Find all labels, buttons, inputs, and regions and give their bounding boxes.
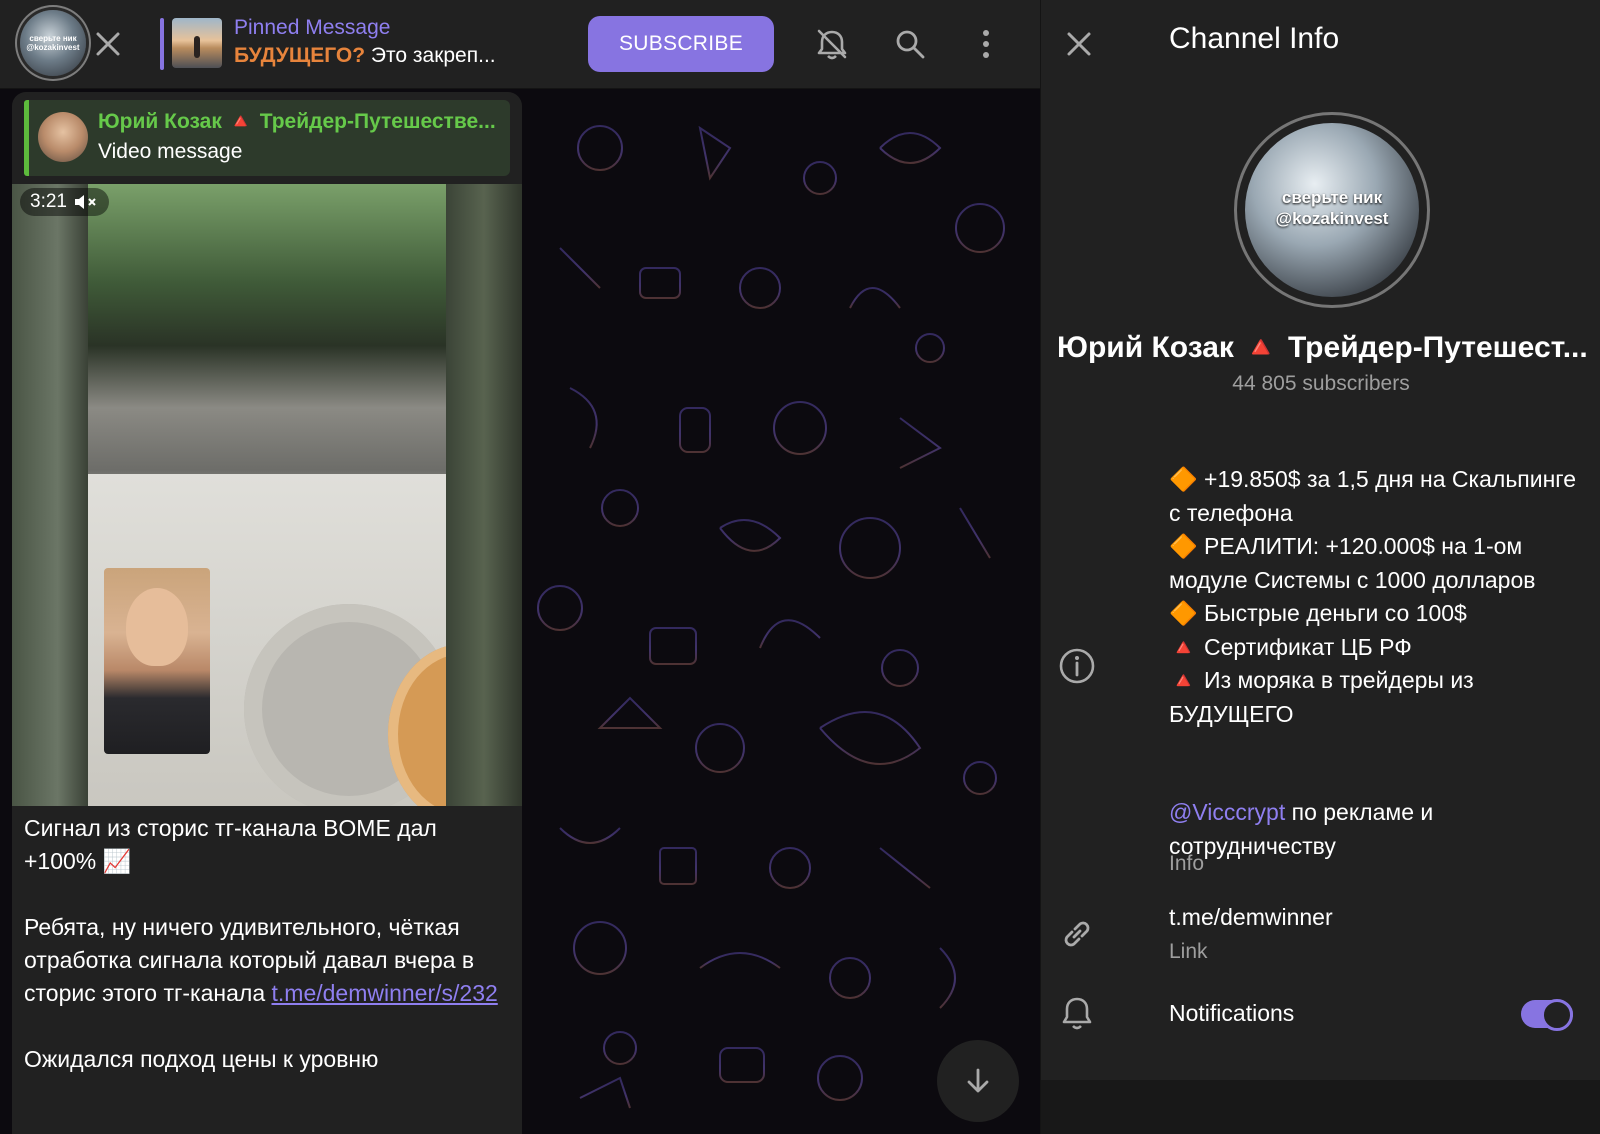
close-icon — [96, 32, 120, 56]
channel-avatar[interactable]: сверьте ник @kozakinvest — [20, 10, 86, 76]
close-info-button[interactable] — [1055, 20, 1103, 68]
pinned-thumbnail[interactable] — [172, 18, 222, 68]
link-icon — [1064, 921, 1090, 947]
description-text: Сертификат ЦБ РФ — [1204, 633, 1412, 660]
description-line: 🔶 +19.850$ за 1,5 дня на Скальпинге с те… — [1169, 463, 1579, 530]
description-text: Быстрые деньги со 100$ — [1204, 600, 1467, 626]
message-text: Сигнал из сторис тг-канала BOME дал +100… — [24, 812, 510, 1109]
orange-diamond-icon: 🔶 — [1169, 466, 1198, 492]
search-icon — [896, 30, 925, 59]
more-vertical-icon — [983, 30, 989, 58]
link-row-icon — [1055, 912, 1099, 956]
description-line: 🔺 Сертификат ЦБ РФ — [1169, 631, 1579, 665]
description-line: 🔶 Быстрые деньги со 100$ — [1169, 597, 1579, 631]
video-duration: 3:21 — [30, 191, 67, 212]
video-message[interactable] — [12, 184, 522, 806]
panel-title: Channel Info — [1169, 22, 1340, 55]
muted-speaker-icon — [74, 195, 96, 209]
link-label: Link — [1169, 940, 1208, 963]
pinned-message-title[interactable]: Pinned Message — [234, 16, 390, 40]
description-text: Из моряка в трейдеры из БУДУЩЕГО — [1169, 667, 1474, 727]
chat-header: сверьте ник @kozakinvest Pinned Message … — [0, 0, 1040, 89]
scroll-down-button[interactable] — [937, 1040, 1019, 1122]
contact-handle-link[interactable]: @Vicccrypt — [1169, 799, 1285, 825]
info-label: Info — [1169, 852, 1205, 875]
reply-accent-bar — [24, 100, 29, 176]
video-duration-badge[interactable]: 3:21 — [20, 188, 109, 216]
reply-avatar — [38, 112, 88, 162]
orange-diamond-icon: 🔶 — [1169, 600, 1198, 626]
description-text: +19.850$ за 1,5 дня на Скальпинге с теле… — [1169, 466, 1576, 526]
description-line: 🔶 РЕАЛИТИ: +120.000$ на 1-ом модуле Сист… — [1169, 530, 1579, 597]
bell-off-icon — [817, 29, 847, 60]
notifications-toggle[interactable] — [1521, 999, 1573, 1031]
red-triangle-icon: 🔺 — [1242, 331, 1280, 364]
orange-diamond-icon: 🔶 — [1169, 533, 1198, 559]
pinned-message-text[interactable]: БУДУЩЕГО? Это закреп... — [234, 44, 496, 68]
message-bubble[interactable]: Юрий Козак 🔺 Трейдер-Путешестве... Video… — [12, 92, 522, 1134]
description-line: 🔺 Из моряка в трейдеры из БУДУЩЕГО — [1169, 664, 1579, 731]
info-icon — [1059, 648, 1095, 684]
message-paragraph: Ожидался подход цены к уровню — [24, 1046, 379, 1072]
reply-preview[interactable]: Юрий Козак 🔺 Трейдер-Путешестве... Video… — [24, 100, 510, 176]
channel-info-panel: Channel Info сверьте ник @kozakinvest Юр… — [1040, 0, 1600, 1134]
pinned-styled-word: БУДУЩЕГО? — [234, 44, 366, 67]
notifications-row-icon — [1055, 992, 1099, 1036]
more-menu-button[interactable] — [962, 20, 1010, 68]
channel-name: Юрий Козак 🔺 Трейдер-Путешест... — [1057, 330, 1597, 365]
description-contact: @Vicccrypt по рекламе и сотрудничеству — [1169, 796, 1579, 863]
channel-description: 🔶 +19.850$ за 1,5 дня на Скальпинге с те… — [1169, 463, 1579, 731]
red-triangle-icon: 🔺 — [1169, 667, 1198, 693]
message-link[interactable]: t.me/demwinner/s/232 — [272, 980, 498, 1006]
reply-author: Юрий Козак 🔺 Трейдер-Путешестве... — [98, 110, 496, 134]
description-text: РЕАЛИТИ: +120.000$ на 1-ом модуле Систем… — [1169, 533, 1536, 593]
message-paragraph: Ребята, ну ничего удивительного, чёткая … — [24, 911, 510, 1010]
video-blur-right — [446, 184, 522, 806]
notifications-label: Notifications — [1169, 1000, 1295, 1026]
red-triangle-icon: 🔺 — [227, 110, 254, 133]
pinned-preview: Это закреп... — [370, 44, 496, 67]
toggle-knob — [1541, 999, 1573, 1031]
channel-link[interactable]: t.me/demwinner — [1169, 904, 1333, 931]
red-triangle-icon: 🔺 — [1169, 633, 1198, 660]
search-button[interactable] — [886, 20, 934, 68]
close-icon — [1067, 32, 1091, 56]
mute-button[interactable] — [808, 20, 856, 68]
section-divider — [1041, 1080, 1600, 1134]
chat-pane: сверьте ник @kozakinvest Pinned Message … — [0, 0, 1040, 1134]
avatar-overlay-text: сверьте ник @kozakinvest — [26, 34, 80, 52]
reply-author-name: Юрий Козак — [98, 110, 222, 133]
subscribe-button[interactable]: SUBSCRIBE — [588, 16, 774, 72]
arrow-down-icon — [967, 1068, 989, 1093]
video-blur-left — [12, 184, 88, 806]
close-chat-button[interactable] — [86, 22, 130, 66]
reply-author-rest: Трейдер-Путешестве... — [259, 110, 496, 133]
channel-name-first: Юрий Козак — [1057, 331, 1234, 364]
subscriber-count: 44 805 subscribers — [1232, 372, 1410, 395]
avatar-overlay-text: сверьте ник @kozakinvest — [1275, 188, 1389, 228]
message-paragraph: Сигнал из сторис тг-канала BOME дал +100… — [24, 815, 437, 874]
bell-icon — [1062, 997, 1092, 1030]
channel-name-rest: Трейдер-Путешест... — [1288, 331, 1588, 364]
info-row-icon — [1055, 644, 1099, 688]
channel-profile-avatar[interactable]: сверьте ник @kozakinvest — [1245, 123, 1419, 297]
pinned-indicator-bar — [160, 18, 164, 70]
reply-subtitle: Video message — [98, 140, 243, 163]
video-selfie-overlay — [104, 568, 210, 754]
